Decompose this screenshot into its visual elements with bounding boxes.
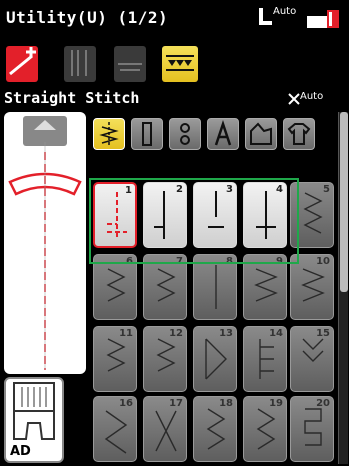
stitch-number: 11: [119, 328, 133, 339]
stitch-tile-14[interactable]: 14: [243, 326, 287, 392]
presser-foot-panel[interactable]: AD: [4, 377, 64, 463]
stitch-tile-9[interactable]: 9: [243, 254, 287, 320]
stitch-tile-8[interactable]: 8: [193, 254, 237, 320]
category-applique[interactable]: [283, 118, 315, 150]
needle-plus-icon: [9, 47, 36, 76]
stitch-tile-6[interactable]: 6: [93, 254, 137, 320]
category-alphabet[interactable]: [207, 118, 239, 150]
category-buttonhole[interactable]: [131, 118, 163, 150]
feed-dog-icon: [118, 63, 142, 71]
stitch-number: 7: [176, 256, 183, 267]
stitch-number: 12: [169, 328, 183, 339]
twin-needle-button[interactable]: [64, 46, 96, 82]
auto-label: Auto: [300, 91, 324, 102]
stitch-number: 15: [316, 328, 330, 339]
stitch-tile-10[interactable]: 10: [290, 254, 334, 320]
stitch-width-icon: [166, 55, 194, 71]
stitch-number: 16: [119, 398, 133, 409]
alphabet-icon: [214, 120, 232, 146]
category-quilt[interactable]: [245, 118, 277, 150]
stitch-number: 13: [219, 328, 233, 339]
stitch-number: 8: [226, 256, 233, 267]
garment-icon: [287, 123, 311, 145]
title-bar: Utility(U) (1/2) Auto: [0, 0, 349, 40]
stitch-tile-5[interactable]: 5: [290, 182, 334, 248]
presser-auto-label: Auto: [273, 6, 297, 17]
stitch-tile-3[interactable]: 3: [193, 182, 237, 248]
stitch-number: 6: [126, 256, 133, 267]
stitch-preview: [4, 112, 86, 374]
stitch-number: 2: [176, 184, 183, 195]
category-utility[interactable]: [93, 118, 125, 150]
auto-tension-icon: [288, 93, 300, 105]
scrollbar-thumb[interactable]: [340, 112, 348, 292]
stitch-number: 19: [269, 398, 283, 409]
stitch-number: 3: [226, 184, 233, 195]
decorative-stitch-icon: [180, 123, 190, 145]
stitch-number: 10: [316, 256, 330, 267]
stitch-tile-4[interactable]: 4: [243, 182, 287, 248]
stitch-number: 4: [276, 184, 283, 195]
stitch-width-button[interactable]: [162, 46, 198, 82]
stitch-pattern-icon: [107, 192, 127, 240]
stitch-tile-13[interactable]: 13: [193, 326, 237, 392]
category-decorative[interactable]: [169, 118, 201, 150]
page-title: Utility(U) (1/2): [6, 8, 169, 27]
stitch-number: 9: [276, 256, 283, 267]
quilt-icon: [250, 122, 272, 145]
stitch-tile-1[interactable]: 1: [93, 182, 137, 248]
stitch-number: 18: [219, 398, 233, 409]
twin-needle-icon: [71, 50, 87, 76]
stitch-tile-19[interactable]: 19: [243, 396, 287, 462]
stitch-scrollbar[interactable]: [338, 112, 348, 464]
stitch-name: Straight Stitch: [4, 89, 140, 107]
stitch-number: 5: [323, 184, 330, 195]
mode-bar: Straight Stitch Auto: [0, 88, 349, 110]
stitch-number: 17: [169, 398, 183, 409]
stitch-tile-2[interactable]: 2: [143, 182, 187, 248]
stitch-tile-11[interactable]: 11: [93, 326, 137, 392]
stitch-tile-7[interactable]: 7: [143, 254, 187, 320]
stitch-number: 20: [316, 398, 330, 409]
foot-label: AD: [10, 444, 31, 459]
stitch-number: 1: [125, 185, 132, 196]
stitch-tile-12[interactable]: 12: [143, 326, 187, 392]
presser-foot-icon: [259, 8, 272, 25]
stitch-number: 14: [269, 328, 283, 339]
stitch-tile-15[interactable]: 15: [290, 326, 334, 392]
buttonhole-icon: [142, 122, 152, 146]
stitch-tile-18[interactable]: 18: [193, 396, 237, 462]
stitch-tile-16[interactable]: 16: [93, 396, 137, 462]
stitch-preview-graphic: [8, 116, 82, 370]
stitch-tile-20[interactable]: 20: [290, 396, 334, 462]
feed-dog-button[interactable]: [114, 46, 146, 82]
utility-stitch-icon: [99, 122, 119, 146]
needle-plus-button[interactable]: [6, 46, 38, 82]
thread-tension-icon[interactable]: [305, 8, 341, 30]
stitch-tile-17[interactable]: 17: [143, 396, 187, 462]
presser-foot-graphic: [13, 382, 55, 440]
